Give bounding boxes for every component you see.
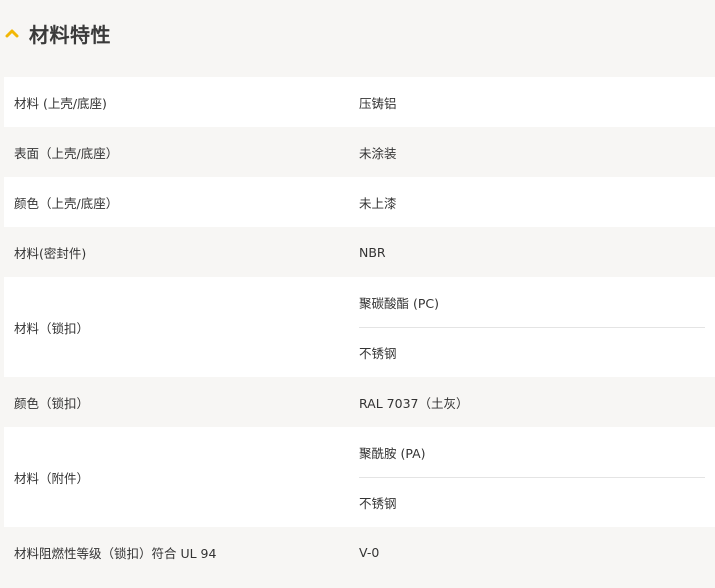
- properties-table: 材料 (上壳/底座) 压铸铝 表面（上壳/底座） 未涂装 颜色（上壳/底座） 未…: [4, 77, 715, 577]
- property-value: NBR: [359, 244, 386, 260]
- property-value: RAL 7037（土灰）: [359, 395, 469, 411]
- chevron-up-icon[interactable]: [2, 23, 22, 43]
- table-row: 材料（锁扣） 聚碳酸酯 (PC) 不锈钢: [4, 277, 715, 377]
- section-title: 材料特性: [29, 22, 111, 47]
- property-value: 不锈钢: [359, 327, 705, 377]
- section-header-material-properties[interactable]: 材料特性: [0, 0, 715, 66]
- property-value: 未涂装: [359, 145, 397, 161]
- table-row: 材料(密封件) NBR: [4, 227, 715, 277]
- table-row: 表面（上壳/底座） 未涂装: [4, 127, 715, 177]
- table-row: 颜色（锁扣） RAL 7037（土灰）: [4, 377, 715, 427]
- property-value: V-0: [359, 544, 380, 560]
- property-label: 材料(密封件): [14, 245, 87, 261]
- property-value: 未上漆: [359, 195, 397, 211]
- table-row: 材料（附件） 聚酰胺 (PA) 不锈钢: [4, 427, 715, 527]
- property-label: 材料 (上壳/底座): [14, 95, 107, 111]
- property-value: 聚酰胺 (PA): [359, 445, 426, 461]
- property-label: 材料（锁扣）: [14, 320, 90, 336]
- property-label: 材料（附件）: [14, 470, 90, 486]
- property-label: 颜色（上壳/底座）: [14, 195, 119, 211]
- table-row: 颜色（上壳/底座） 未上漆: [4, 177, 715, 227]
- table-row: 材料阻燃性等级（锁扣）符合 UL 94 V-0: [4, 527, 715, 577]
- table-row: 材料 (上壳/底座) 压铸铝: [4, 77, 715, 127]
- property-value: 压铸铝: [359, 95, 397, 111]
- property-value: 聚碳酸酯 (PC): [359, 295, 439, 311]
- property-label: 材料阻燃性等级（锁扣）符合 UL 94: [14, 545, 217, 561]
- property-label: 表面（上壳/底座）: [14, 145, 119, 161]
- property-label: 颜色（锁扣）: [14, 395, 90, 411]
- property-value: 不锈钢: [359, 477, 705, 527]
